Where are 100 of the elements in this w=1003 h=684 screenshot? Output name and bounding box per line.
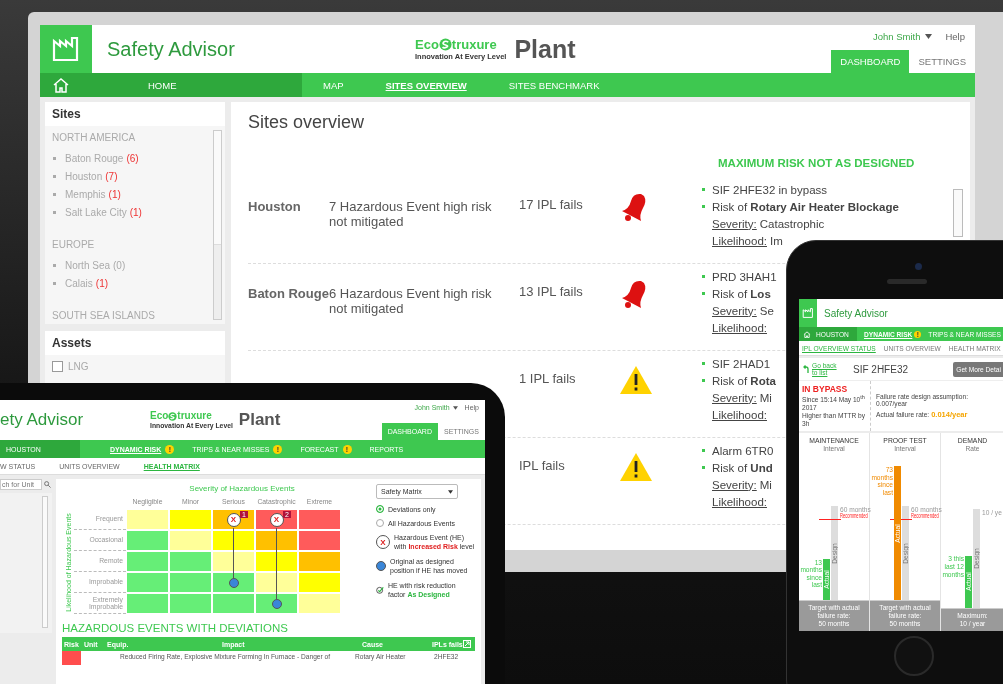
severity-value: Se [759, 304, 774, 317]
radio-button[interactable] [376, 519, 384, 527]
bullet-icon [702, 449, 705, 452]
position-dot[interactable] [228, 577, 239, 588]
site-link[interactable]: North Sea [65, 259, 111, 271]
severity-label: Severity: [712, 304, 757, 317]
site-name: Baton Rouge [248, 286, 329, 301]
warning-icon [619, 452, 653, 482]
brand-s-icon [168, 411, 178, 421]
checkbox[interactable] [52, 361, 63, 372]
ipl-count: 1 IPL fails [519, 371, 576, 386]
connector-line [232, 527, 235, 578]
bullet-icon [53, 174, 56, 178]
site-link[interactable]: Houston [65, 170, 103, 182]
bullet-icon [702, 466, 705, 469]
nav-link[interactable]: SITES BENCHMARK [487, 79, 621, 91]
scrollbar[interactable] [213, 130, 222, 320]
risk-detail: Risk of Rotary Air Heater Blockage [712, 200, 899, 213]
app-title: Safety Advisor [824, 307, 888, 319]
panel-heading: Assets [45, 331, 225, 355]
site-name: Houston [248, 199, 301, 214]
hazard-marker-icon: X [376, 535, 390, 550]
ipl-count: IPL fails [519, 458, 565, 473]
region-heading: NORTH AMERICA [52, 132, 137, 143]
bullet-icon [702, 292, 705, 295]
asset-label: LNG [68, 361, 89, 372]
severity-label: Severity: [712, 478, 757, 491]
severity-value: Mi [759, 478, 772, 491]
brand-name: Eco [415, 37, 439, 51]
risk-detail: Risk of Los [712, 287, 771, 300]
risk-detail: Risk of Und [712, 461, 773, 474]
expand-icon[interactable] [463, 640, 471, 648]
brand-name: truxure [451, 37, 497, 51]
speaker-icon [887, 279, 927, 284]
item-title: SIF 2HFE32 [853, 363, 909, 375]
scrollbar[interactable] [42, 496, 48, 628]
caret-icon [452, 405, 458, 410]
bullet-icon [53, 192, 56, 196]
bullet-icon [702, 275, 705, 278]
bullet-icon [702, 379, 705, 382]
home-icon [803, 330, 811, 338]
dropdown-caret-icon [448, 489, 453, 494]
event-summary: 6 Hazardous Event high risk not mitigated [329, 286, 492, 316]
risk-detail: SIF 2HFE32 in bypass [712, 183, 828, 196]
column-heading: MAXIMUM RISK NOT AS DESIGNED [718, 157, 915, 169]
header-tab[interactable]: DASHBOARD [831, 50, 910, 73]
likelihood-label: Likelihood: [712, 495, 767, 508]
bullet-icon [53, 263, 56, 267]
site-count: (0) [113, 259, 126, 271]
site-count: (6) [126, 152, 139, 164]
nav-link[interactable]: MAP [302, 79, 365, 91]
hazard-marker[interactable]: X [226, 512, 241, 527]
ipl-count: 17 IPL fails [519, 197, 583, 212]
bullet-icon [53, 156, 56, 160]
severity-value: Catastrophic [759, 217, 825, 230]
connector-line [275, 527, 278, 599]
status-label: IN BYPASS [802, 384, 849, 394]
likelihood-label: Likelihood: [712, 408, 767, 421]
check-circle-icon [376, 584, 384, 597]
matrix-title: Severity of Hazardous Events [188, 484, 296, 494]
event-summary: 7 Hazardous Event high risk not mitigated [329, 199, 492, 229]
site-count: (1) [129, 206, 142, 218]
panel-heading: Sites [45, 102, 225, 126]
help-link[interactable]: Help [945, 31, 965, 42]
site-link[interactable]: Baton Rouge [65, 152, 124, 164]
risk-detail: Risk of Rota [712, 374, 776, 387]
site-count: (1) [95, 277, 109, 289]
hazard-marker[interactable]: X [269, 512, 284, 527]
user-menu[interactable]: John Smith [872, 31, 921, 42]
home-icon [52, 77, 70, 93]
bullet-icon [53, 210, 56, 214]
nav-link[interactable]: SITES OVERVIEW [364, 79, 488, 91]
site-link[interactable]: Calais [65, 277, 93, 289]
product-name: Plant [514, 34, 576, 64]
likelihood-label: Likelihood: [712, 234, 767, 247]
home-button[interactable] [894, 636, 934, 676]
app-title: Safety Advisor [107, 37, 236, 61]
site-count: (7) [105, 170, 118, 182]
brand-name: truxure [177, 411, 212, 421]
severity-label: Severity: [712, 391, 757, 404]
app-title: ety Advisor [0, 410, 85, 430]
bullet-icon [702, 362, 705, 365]
site-link[interactable]: Salt Lake City [65, 206, 127, 218]
scrollbar[interactable] [953, 189, 963, 237]
site-count: (1) [108, 188, 121, 200]
likelihood-label: Likelihood: [712, 321, 767, 334]
site-link[interactable]: Memphis [65, 188, 106, 200]
back-arrow-icon [803, 364, 809, 374]
radio-button[interactable] [376, 505, 384, 513]
position-dot-icon [376, 561, 386, 572]
risk-detail: Alarm 6TR0 [712, 444, 774, 457]
brand-s-icon [438, 37, 452, 51]
severity-label: Severity: [712, 217, 757, 230]
bullet-icon [53, 281, 56, 285]
product-name: Plant [238, 410, 281, 430]
position-dot[interactable] [271, 598, 282, 609]
severity-value: Mi [759, 391, 772, 404]
home-nav-item[interactable]: HOME [40, 73, 302, 97]
search-icon [44, 481, 51, 488]
likelihood-value: Im [770, 234, 783, 247]
